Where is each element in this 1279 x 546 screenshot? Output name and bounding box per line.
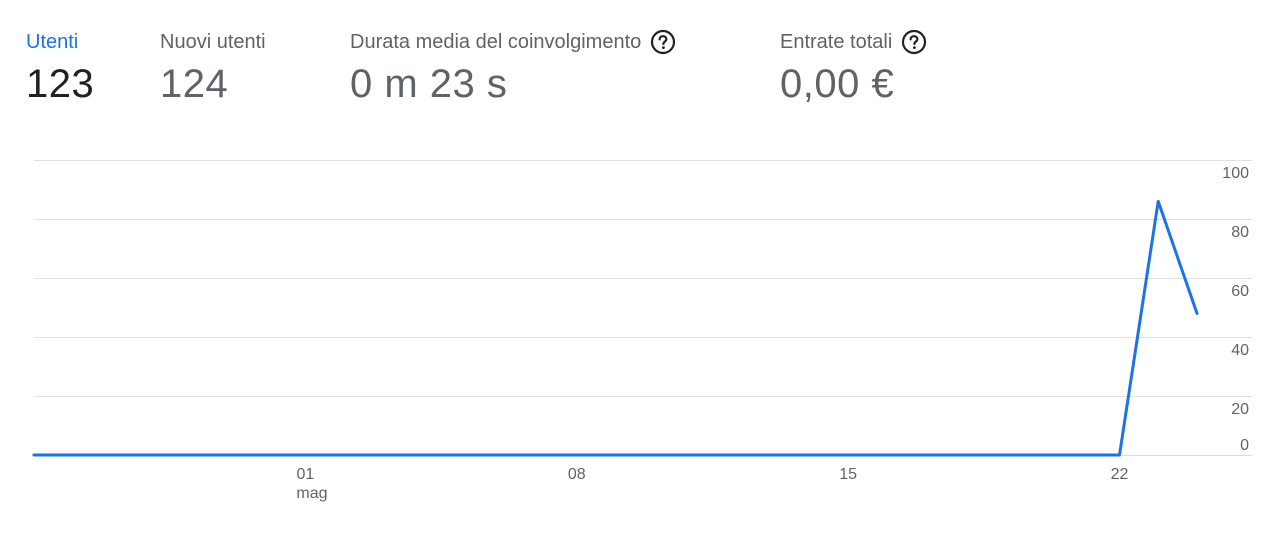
- chart-grid: [34, 160, 1252, 456]
- data-point[interactable]: [108, 451, 116, 459]
- data-point[interactable]: [1115, 451, 1123, 459]
- data-point[interactable]: [612, 451, 620, 459]
- y-tick-label: 0: [1240, 437, 1249, 454]
- y-tick-label: 100: [1222, 165, 1249, 182]
- data-point[interactable]: [805, 451, 813, 459]
- data-point[interactable]: [573, 451, 581, 459]
- data-point[interactable]: [883, 451, 891, 459]
- data-point[interactable]: [146, 451, 154, 459]
- chart-axis-labels: 0 20 40 60 80 100 01 mag 08 15 22: [296, 165, 1249, 502]
- y-tick-label: 40: [1231, 342, 1249, 359]
- data-point[interactable]: [650, 451, 658, 459]
- data-point[interactable]: [69, 451, 77, 459]
- data-point[interactable]: [999, 451, 1007, 459]
- data-point[interactable]: [418, 451, 426, 459]
- data-point[interactable]: [728, 451, 736, 459]
- data-point[interactable]: [379, 451, 387, 459]
- data-point[interactable]: [534, 451, 542, 459]
- y-tick-label: 20: [1231, 401, 1249, 418]
- y-tick-label: 60: [1231, 283, 1249, 300]
- data-point[interactable]: [495, 451, 503, 459]
- data-point[interactable]: [30, 451, 38, 459]
- data-point[interactable]: [224, 451, 232, 459]
- data-point[interactable]: [1154, 197, 1162, 205]
- series-line-users[interactable]: [32, 199, 1199, 457]
- data-point[interactable]: [1077, 451, 1085, 459]
- x-tick-label: 01: [296, 466, 314, 483]
- data-point[interactable]: [767, 451, 775, 459]
- data-point[interactable]: [689, 451, 697, 459]
- users-line-chart[interactable]: 0 20 40 60 80 100 01 mag 08 15 22: [0, 0, 1279, 546]
- data-point[interactable]: [844, 451, 852, 459]
- data-point[interactable]: [456, 451, 464, 459]
- x-tick-label: 08: [568, 466, 586, 483]
- data-point[interactable]: [1193, 309, 1201, 317]
- x-tick-label: 15: [839, 466, 857, 483]
- data-point[interactable]: [1038, 451, 1046, 459]
- data-point[interactable]: [301, 451, 309, 459]
- data-point[interactable]: [960, 451, 968, 459]
- data-point[interactable]: [263, 451, 271, 459]
- data-point[interactable]: [185, 451, 193, 459]
- chart-series-layer: [30, 197, 1201, 459]
- data-point[interactable]: [340, 451, 348, 459]
- x-tick-label: 22: [1111, 466, 1129, 483]
- x-tick-sublabel: mag: [296, 485, 327, 502]
- data-point[interactable]: [922, 451, 930, 459]
- y-tick-label: 80: [1231, 224, 1249, 241]
